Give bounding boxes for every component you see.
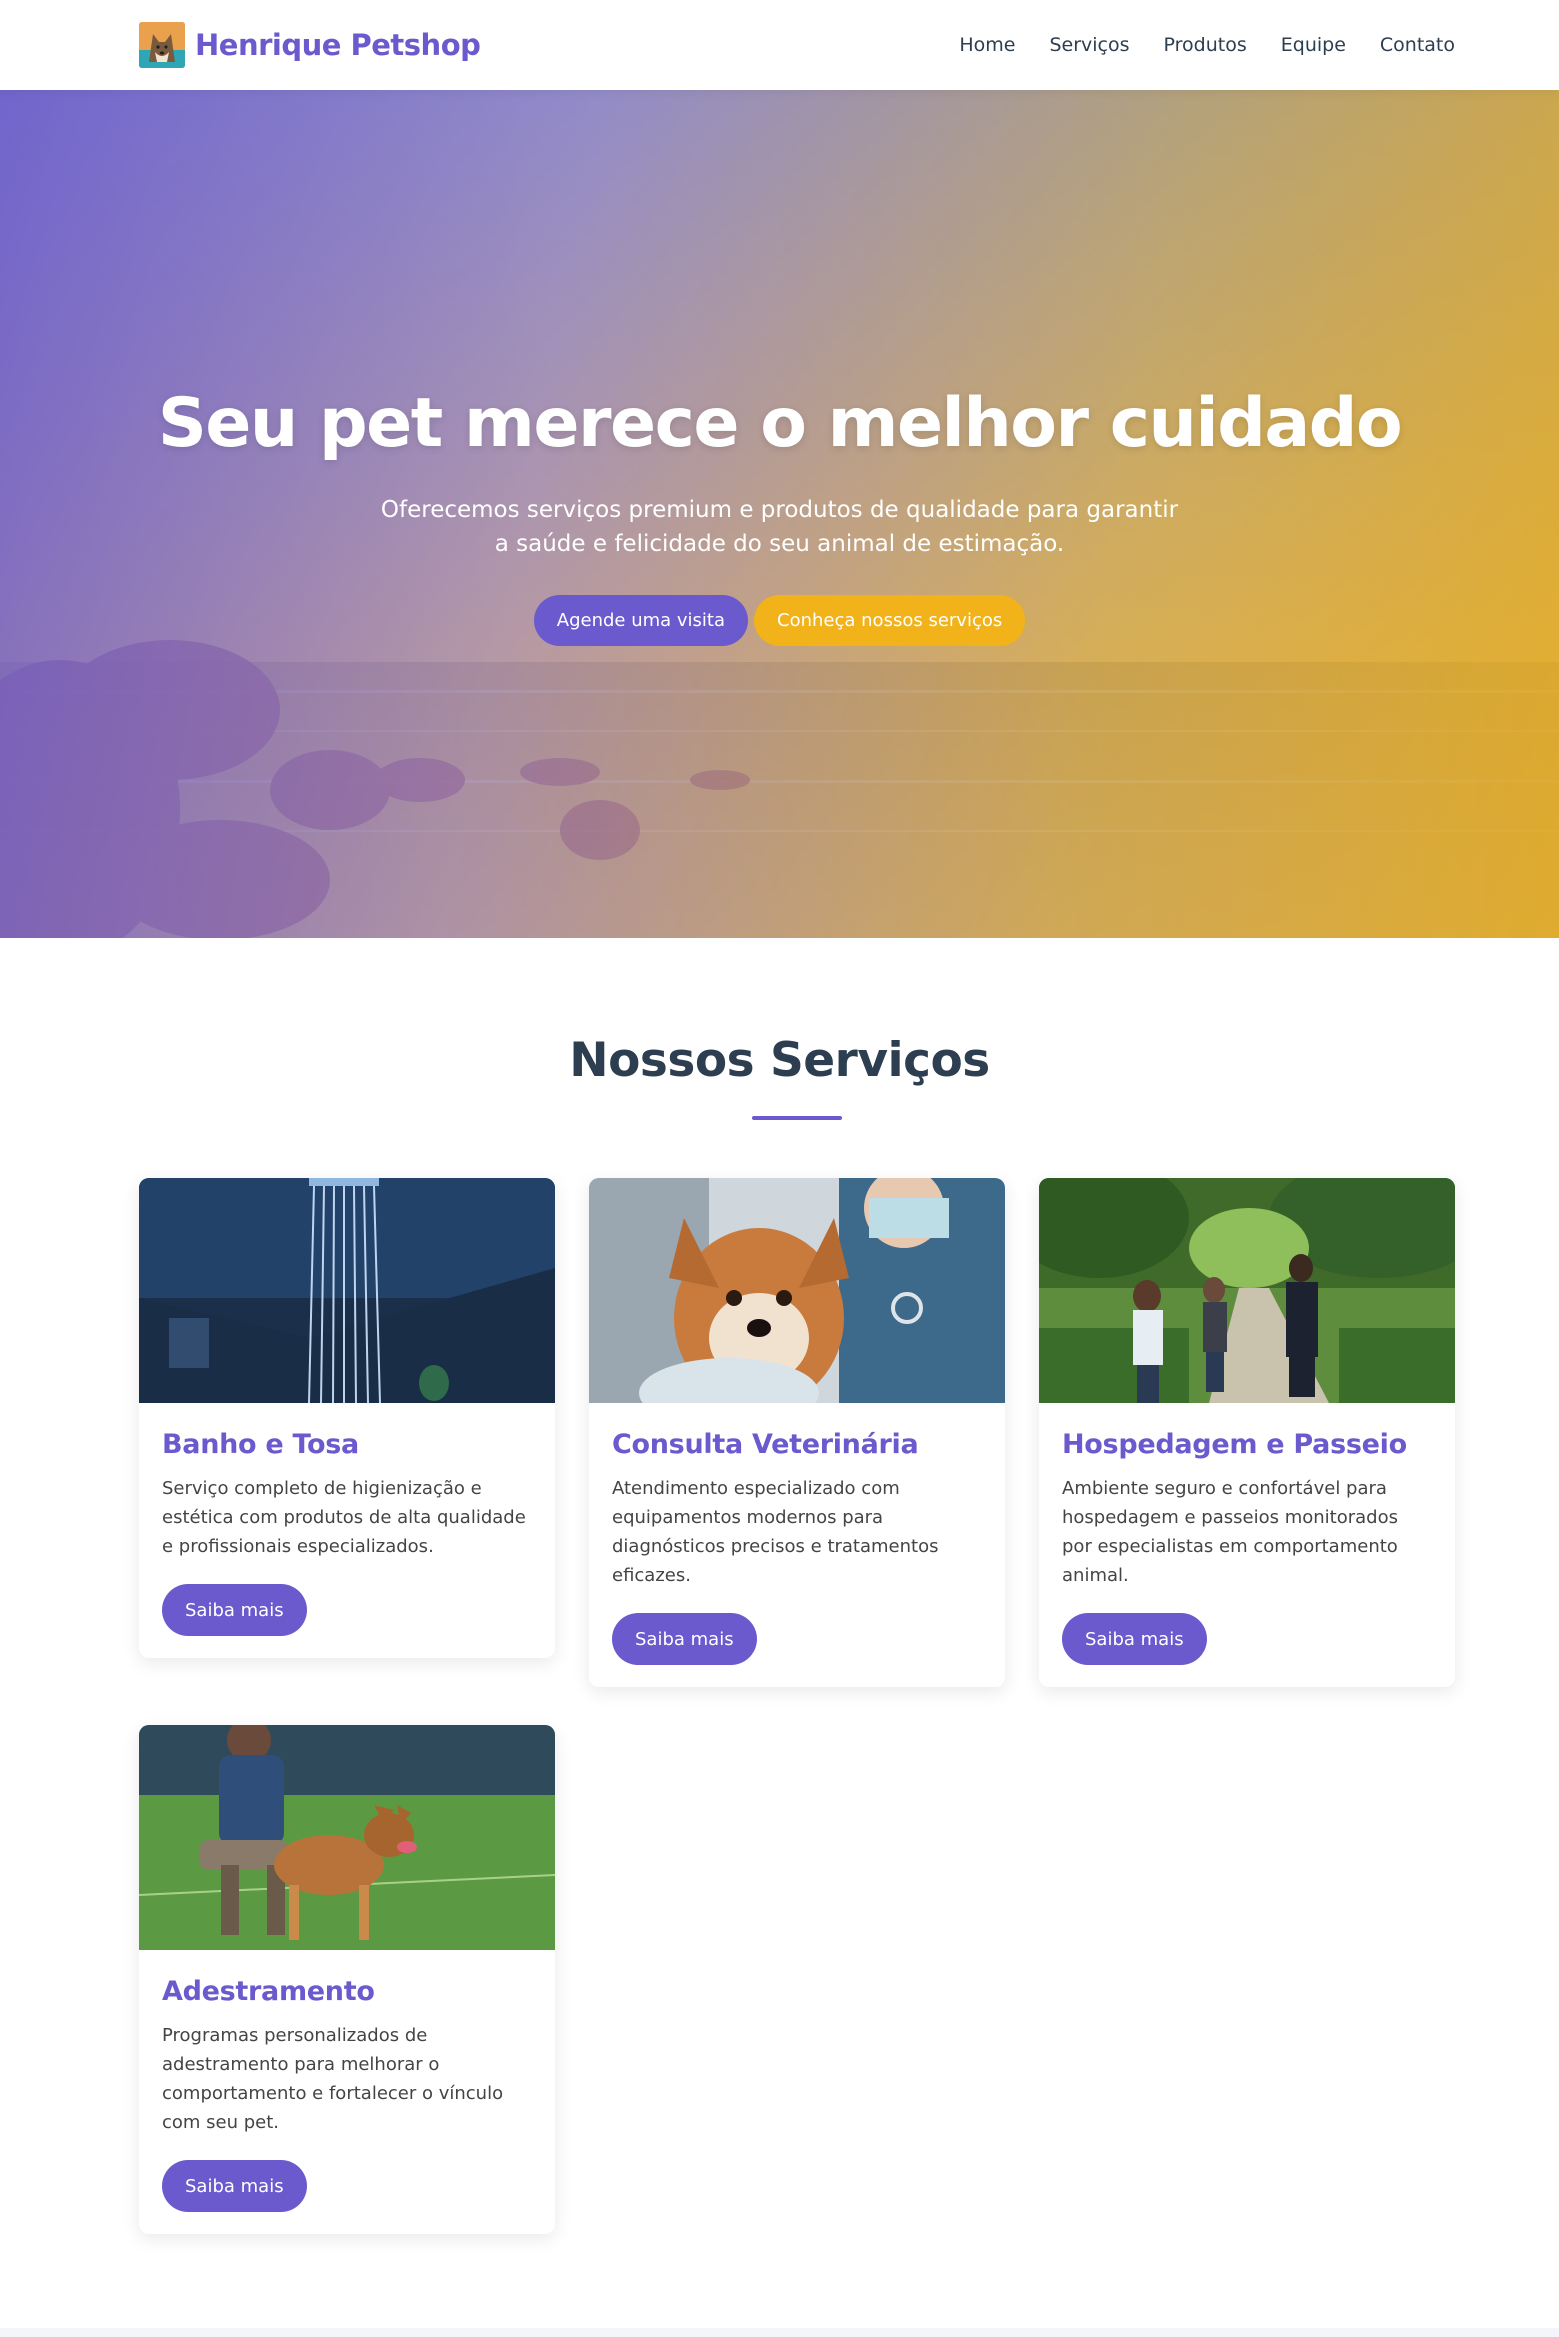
hero-buttons: Agende uma visita Conheça nossos serviço… [533,595,1026,646]
hero-title: Seu pet merece o melhor cuidado [157,384,1403,463]
saiba-mais-button[interactable]: Saiba mais [162,1584,307,1636]
footer-edge [0,2328,1559,2337]
service-card-banho: Banho e Tosa Serviço completo de higieni… [139,1178,555,1658]
vet-dog-image [589,1178,1005,1403]
card-text: Serviço completo de higienização e estét… [162,1478,526,1557]
section-title: Nossos Serviços [569,1033,990,1088]
card-title: Adestramento [162,1976,375,2007]
title-underline [752,1116,842,1120]
services-section: Nossos Serviços Banho e Tosa Serviço com… [0,938,1559,2328]
brand[interactable]: Henrique Petshop [139,22,481,68]
dog-logo-icon [139,22,185,68]
card-text: Ambiente seguro e confortável para hospe… [1062,1478,1398,1586]
saiba-mais-button[interactable]: Saiba mais [162,2160,307,2212]
hero-subtitle: Oferecemos serviços premium e produtos d… [380,497,1179,557]
nav-item-servicos[interactable]: Serviços [1049,34,1129,56]
hero-section: Seu pet merece o melhor cuidado Oferecem… [0,90,1559,938]
shower-image [139,1178,555,1403]
dog-training-image [139,1725,555,1950]
saiba-mais-button[interactable]: Saiba mais [612,1613,757,1665]
services-button[interactable]: Conheça nossos serviços [754,595,1026,646]
brand-name[interactable]: Henrique Petshop [195,28,481,62]
card-title: Banho e Tosa [162,1429,359,1460]
card-text: Programas personalizados de adestramento… [162,2025,504,2133]
schedule-visit-button[interactable]: Agende uma visita [533,595,749,646]
nav-menu: Home Serviços Produtos Equipe Contato [959,34,1455,56]
card-title: Hospedagem e Passeio [1062,1429,1407,1460]
service-card-veterinaria: Consulta Veterinária Atendimento especia… [589,1178,1005,1687]
card-title: Consulta Veterinária [612,1429,919,1460]
nav-item-equipe[interactable]: Equipe [1281,34,1346,56]
saiba-mais-button[interactable]: Saiba mais [1062,1613,1207,1665]
card-text: Atendimento especializado com equipament… [612,1478,939,1586]
park-walk-image [1039,1178,1455,1403]
service-card-hospedagem: Hospedagem e Passeio Ambiente seguro e c… [1039,1178,1455,1687]
nav-item-produtos[interactable]: Produtos [1164,34,1247,56]
hero-content: Seu pet merece o melhor cuidado Oferecem… [0,90,1559,938]
navbar: Henrique Petshop Home Serviços Produtos … [0,0,1559,90]
nav-item-home[interactable]: Home [959,34,1015,56]
nav-item-contato[interactable]: Contato [1380,34,1455,56]
service-card-adestramento: Adestramento Programas personalizados de… [139,1725,555,2234]
